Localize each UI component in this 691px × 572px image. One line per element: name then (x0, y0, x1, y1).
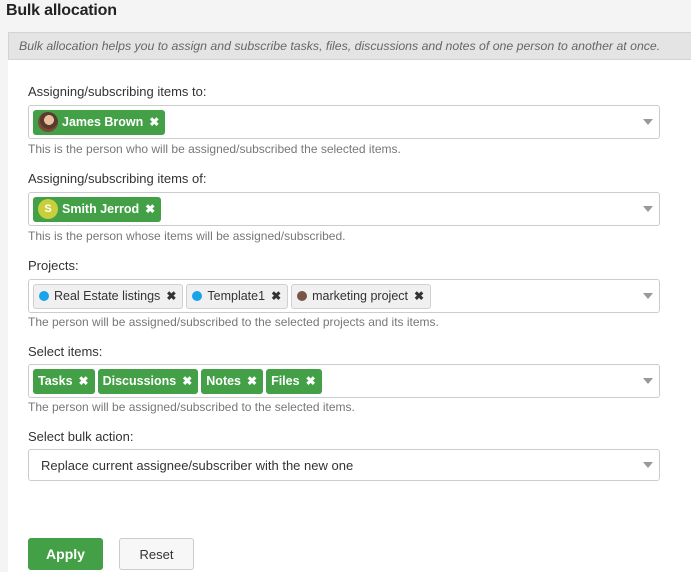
chevron-down-icon[interactable] (643, 293, 653, 299)
item-name: Tasks (38, 374, 73, 388)
project-tag: Real Estate listings ✖ (33, 283, 184, 309)
assign-to-label: Assigning/subscribing items to: (28, 84, 207, 99)
projects-help: The person will be assigned/subscribed t… (28, 315, 439, 329)
bulk-action-label: Select bulk action: (28, 429, 134, 444)
project-color-dot (39, 291, 49, 301)
items-select[interactable]: Tasks ✖ Discussions ✖ Notes ✖ Files ✖ (28, 364, 660, 398)
item-tag: Tasks ✖ (33, 368, 95, 394)
remove-icon[interactable]: ✖ (79, 374, 89, 388)
remove-icon[interactable]: ✖ (182, 374, 192, 388)
items-help: The person will be assigned/subscribed t… (28, 400, 355, 414)
assign-of-help: This is the person whose items will be a… (28, 229, 346, 243)
bulk-allocation-form: Assigning/subscribing items to: James Br… (8, 60, 691, 572)
remove-icon[interactable]: ✖ (145, 202, 155, 216)
selected-user-tag: S Smith Jerrod ✖ (33, 196, 162, 222)
remove-icon[interactable]: ✖ (306, 374, 316, 388)
remove-icon[interactable]: ✖ (149, 115, 159, 129)
project-name: Template1 (207, 289, 266, 303)
remove-icon[interactable]: ✖ (166, 289, 176, 303)
item-tag: Discussions ✖ (97, 368, 199, 394)
remove-icon[interactable]: ✖ (414, 289, 424, 303)
item-tag: Files ✖ (266, 368, 322, 394)
selected-user-name: Smith Jerrod (62, 202, 140, 216)
item-tag: Notes ✖ (201, 368, 264, 394)
items-label: Select items: (28, 344, 103, 359)
info-banner: Bulk allocation helps you to assign and … (8, 32, 691, 60)
user-avatar (38, 112, 58, 132)
projects-select[interactable]: Real Estate listings ✖ Template1 ✖ marke… (28, 279, 660, 313)
project-name: Real Estate listings (54, 289, 161, 303)
chevron-down-icon[interactable] (643, 462, 653, 468)
selected-user-name: James Brown (62, 115, 144, 129)
project-tag: Template1 ✖ (186, 283, 289, 309)
projects-label: Projects: (28, 258, 79, 273)
reset-button[interactable]: Reset (119, 538, 194, 570)
project-tag: marketing project ✖ (291, 283, 432, 309)
project-name: marketing project (312, 289, 408, 303)
chevron-down-icon[interactable] (643, 206, 653, 212)
remove-icon[interactable]: ✖ (247, 374, 257, 388)
item-name: Discussions (102, 374, 177, 388)
assign-to-help: This is the person who will be assigned/… (28, 142, 401, 156)
page-title: Bulk allocation (6, 2, 117, 19)
chevron-down-icon[interactable] (643, 119, 653, 125)
remove-icon[interactable]: ✖ (271, 289, 281, 303)
bulk-action-value: Replace current assignee/subscriber with… (41, 457, 354, 473)
chevron-down-icon[interactable] (643, 378, 653, 384)
selected-user-tag: James Brown ✖ (33, 109, 166, 135)
item-name: Files (271, 374, 300, 388)
user-avatar: S (38, 199, 58, 219)
item-name: Notes (206, 374, 242, 388)
project-color-dot (297, 291, 308, 301)
assign-to-select[interactable]: James Brown ✖ (28, 105, 660, 139)
apply-button[interactable]: Apply (28, 538, 103, 570)
assign-of-label: Assigning/subscribing items of: (28, 171, 207, 186)
assign-of-select[interactable]: S Smith Jerrod ✖ (28, 192, 660, 226)
bulk-action-select[interactable]: Replace current assignee/subscriber with… (28, 449, 660, 481)
project-color-dot (192, 291, 203, 301)
